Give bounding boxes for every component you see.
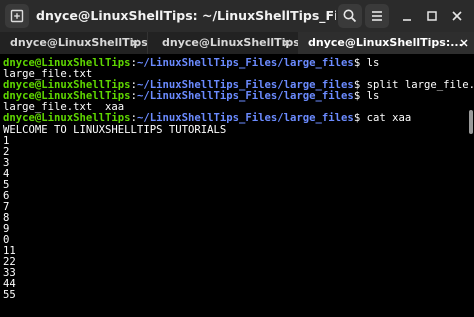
terminal-output[interactable]: dnyce@LinuxShellTips:~/LinuxShellTips_Fi… (0, 54, 474, 317)
command-text: cat xaa (360, 112, 412, 124)
new-tab-icon (10, 9, 24, 23)
output-line: 55 (3, 289, 16, 301)
prompt-user: dnyce@LinuxShellTips (3, 112, 131, 124)
output-line: WELCOME TO LINUXSHELLTIPS TUTORIALS (3, 124, 227, 136)
tab-2[interactable]: dnyce@LinuxShellTips:... (147, 32, 299, 54)
tab-label: dnyce@LinuxShellTips:... (10, 36, 147, 49)
terminal-window: dnyce@LinuxShellTips: ~/LinuxShellTips_F… (0, 0, 474, 317)
minimize-icon (403, 19, 411, 21)
scrollbar-thumb[interactable] (469, 110, 473, 134)
minimize-button[interactable] (395, 4, 419, 28)
prompt-line: dnyce@LinuxShellTips:~/LinuxShellTips_Fi… (3, 113, 411, 124)
tab-label: dnyce@LinuxShellTips:... (162, 36, 299, 49)
title-bar: dnyce@LinuxShellTips: ~/LinuxShellTips_F… (0, 0, 474, 32)
tab-3-active[interactable]: dnyce@LinuxShellTips:... (298, 32, 474, 54)
close-button[interactable] (445, 4, 469, 28)
tab-bar: dnyce@LinuxShellTips:... dnyce@LinuxShel… (0, 32, 474, 54)
close-icon[interactable] (130, 38, 140, 48)
close-icon[interactable] (459, 38, 469, 48)
close-icon (452, 11, 462, 21)
maximize-icon (427, 11, 437, 21)
new-tab-button[interactable] (5, 4, 29, 28)
command-text: ls (360, 57, 380, 69)
tab-label: dnyce@LinuxShellTips:... (308, 36, 463, 49)
prompt-path: ~/LinuxShellTips_Files/large_files (136, 90, 354, 102)
menu-button[interactable] (365, 4, 389, 28)
prompt-path: ~/LinuxShellTips_Files/large_files (136, 57, 354, 69)
tab-1[interactable]: dnyce@LinuxShellTips:... (0, 32, 147, 54)
search-button[interactable] (338, 4, 362, 28)
command-text: ls (360, 90, 380, 102)
close-icon[interactable] (282, 38, 292, 48)
window-title: dnyce@LinuxShellTips: ~/LinuxShellTips_F… (36, 8, 336, 23)
maximize-button[interactable] (420, 4, 444, 28)
search-icon (343, 9, 357, 23)
prompt-path: ~/LinuxShellTips_Files/large_files (136, 112, 354, 124)
hamburger-menu-icon (372, 11, 382, 21)
